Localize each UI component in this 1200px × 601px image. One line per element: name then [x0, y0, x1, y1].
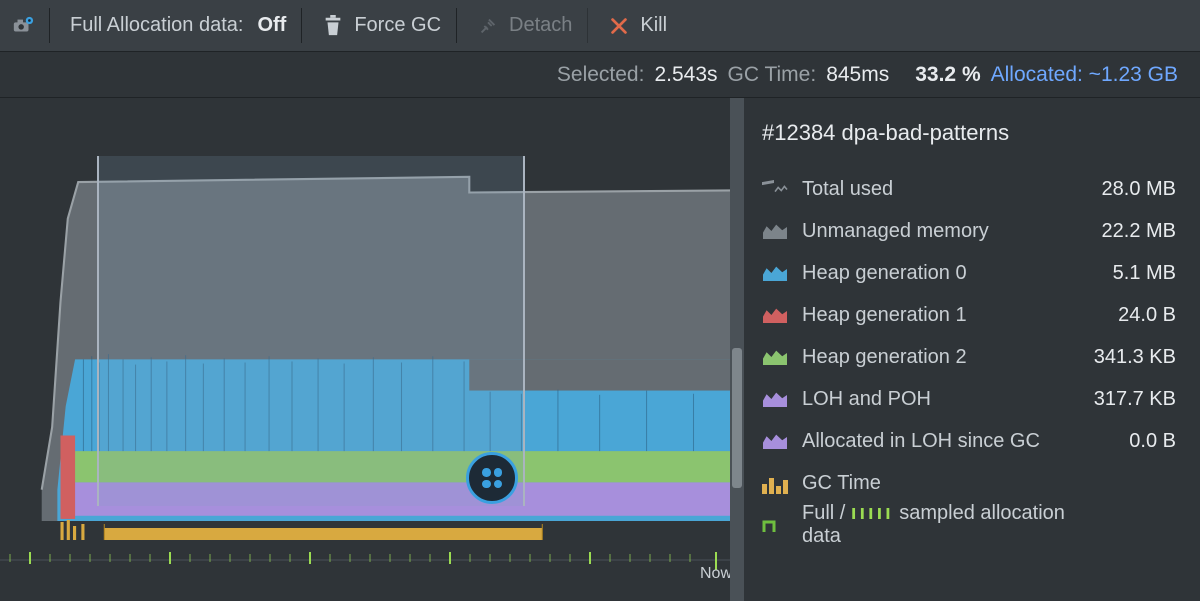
legend-label: Heap generation 0: [802, 262, 1072, 285]
legend-value: 28.0 MB: [1086, 178, 1176, 201]
legend-value: 0.0 B: [1086, 430, 1176, 453]
kill-label: Kill: [640, 14, 667, 37]
step-icon: [762, 514, 788, 536]
main-area: Now #12384 dpa-bad-patterns Total used 28…: [0, 98, 1200, 601]
area-icon: [762, 346, 788, 368]
gc-time-strip: [0, 518, 730, 542]
legend-value: 317.7 KB: [1086, 388, 1176, 411]
force-gc-label: Force GC: [354, 14, 441, 37]
trash-icon: [322, 15, 344, 37]
camera-gear-icon: [12, 15, 34, 37]
detach-button: Detach: [461, 0, 588, 51]
legend-value: 22.2 MB: [1086, 220, 1176, 243]
allocated-link[interactable]: Allocated: ~1.23 GB: [991, 63, 1178, 87]
area-icon: [762, 304, 788, 326]
legend-row[interactable]: Unmanaged memory 22.2 MB: [762, 210, 1176, 252]
legend-value: 5.1 MB: [1086, 262, 1176, 285]
gc-percent: 33.2 %: [915, 63, 980, 87]
legend-row[interactable]: Allocated in LOH since GC 0.0 B: [762, 420, 1176, 462]
toolbar: Full Allocation data: Off Force GC Detac…: [0, 0, 1200, 52]
detach-label: Detach: [509, 14, 572, 37]
memory-timeline[interactable]: Now: [0, 98, 730, 601]
unplug-icon: [477, 15, 499, 37]
status-bar: Selected: 2.543s GC Time: 845ms 33.2 % A…: [0, 52, 1200, 98]
legend-row[interactable]: LOH and POH 317.7 KB: [762, 378, 1176, 420]
legend-row[interactable]: Heap generation 0 5.1 MB: [762, 252, 1176, 294]
area-icon: [762, 220, 788, 242]
kill-button[interactable]: Kill: [592, 0, 683, 51]
area-icon: [762, 388, 788, 410]
legend-row[interactable]: Heap generation 1 24.0 B: [762, 294, 1176, 336]
now-label: Now: [700, 565, 730, 580]
area-icon: [762, 430, 788, 452]
legend-label: LOH and POH: [802, 388, 1072, 411]
legend-label: Unmanaged memory: [802, 220, 1072, 243]
memory-chart[interactable]: [0, 156, 730, 506]
selected-key: Selected:: [557, 63, 645, 87]
snapshot-button[interactable]: [8, 0, 50, 51]
legend-label: Heap generation 1: [802, 304, 1072, 327]
force-gc-button[interactable]: Force GC: [306, 0, 457, 51]
grid-icon: [482, 468, 502, 488]
legend-label: GC Time: [802, 472, 1072, 495]
selected-value: 2.543s: [654, 63, 717, 87]
legend-row[interactable]: Full / ııııı sampled allocation data: [762, 504, 1176, 546]
allocation-data-label: Full Allocation data:: [70, 14, 243, 37]
vertical-scrollbar[interactable]: [730, 98, 744, 601]
area-icon: [762, 262, 788, 284]
legend-row[interactable]: Total used 28.0 MB: [762, 168, 1176, 210]
process-title: #12384 dpa-bad-patterns: [762, 120, 1176, 146]
legend-value: 24.0 B: [1086, 304, 1176, 327]
snapshot-marker[interactable]: [466, 452, 518, 504]
legend-row[interactable]: GC Time: [762, 462, 1176, 504]
legend-label: Heap generation 2: [802, 346, 1072, 369]
bars-icon: [762, 472, 788, 494]
scrollbar-thumb[interactable]: [732, 348, 742, 488]
close-icon: [608, 15, 630, 37]
allocation-data-state: Off: [257, 14, 286, 37]
legend-label: Full / ııııı sampled allocation data: [802, 502, 1072, 548]
legend-panel: #12384 dpa-bad-patterns Total used 28.0 M…: [744, 98, 1200, 601]
time-selection[interactable]: [97, 156, 525, 506]
legend-label: Total used: [802, 178, 1072, 201]
gc-time-key: GC Time:: [728, 63, 817, 87]
legend-value: 341.3 KB: [1086, 346, 1176, 369]
line-icon: [762, 178, 788, 200]
legend-label: Allocated in LOH since GC: [802, 430, 1072, 453]
gc-time-value: 845ms: [826, 63, 889, 87]
time-ruler[interactable]: Now: [0, 550, 730, 580]
allocation-data-toggle[interactable]: Full Allocation data: Off: [54, 0, 302, 51]
legend-row[interactable]: Heap generation 2 341.3 KB: [762, 336, 1176, 378]
